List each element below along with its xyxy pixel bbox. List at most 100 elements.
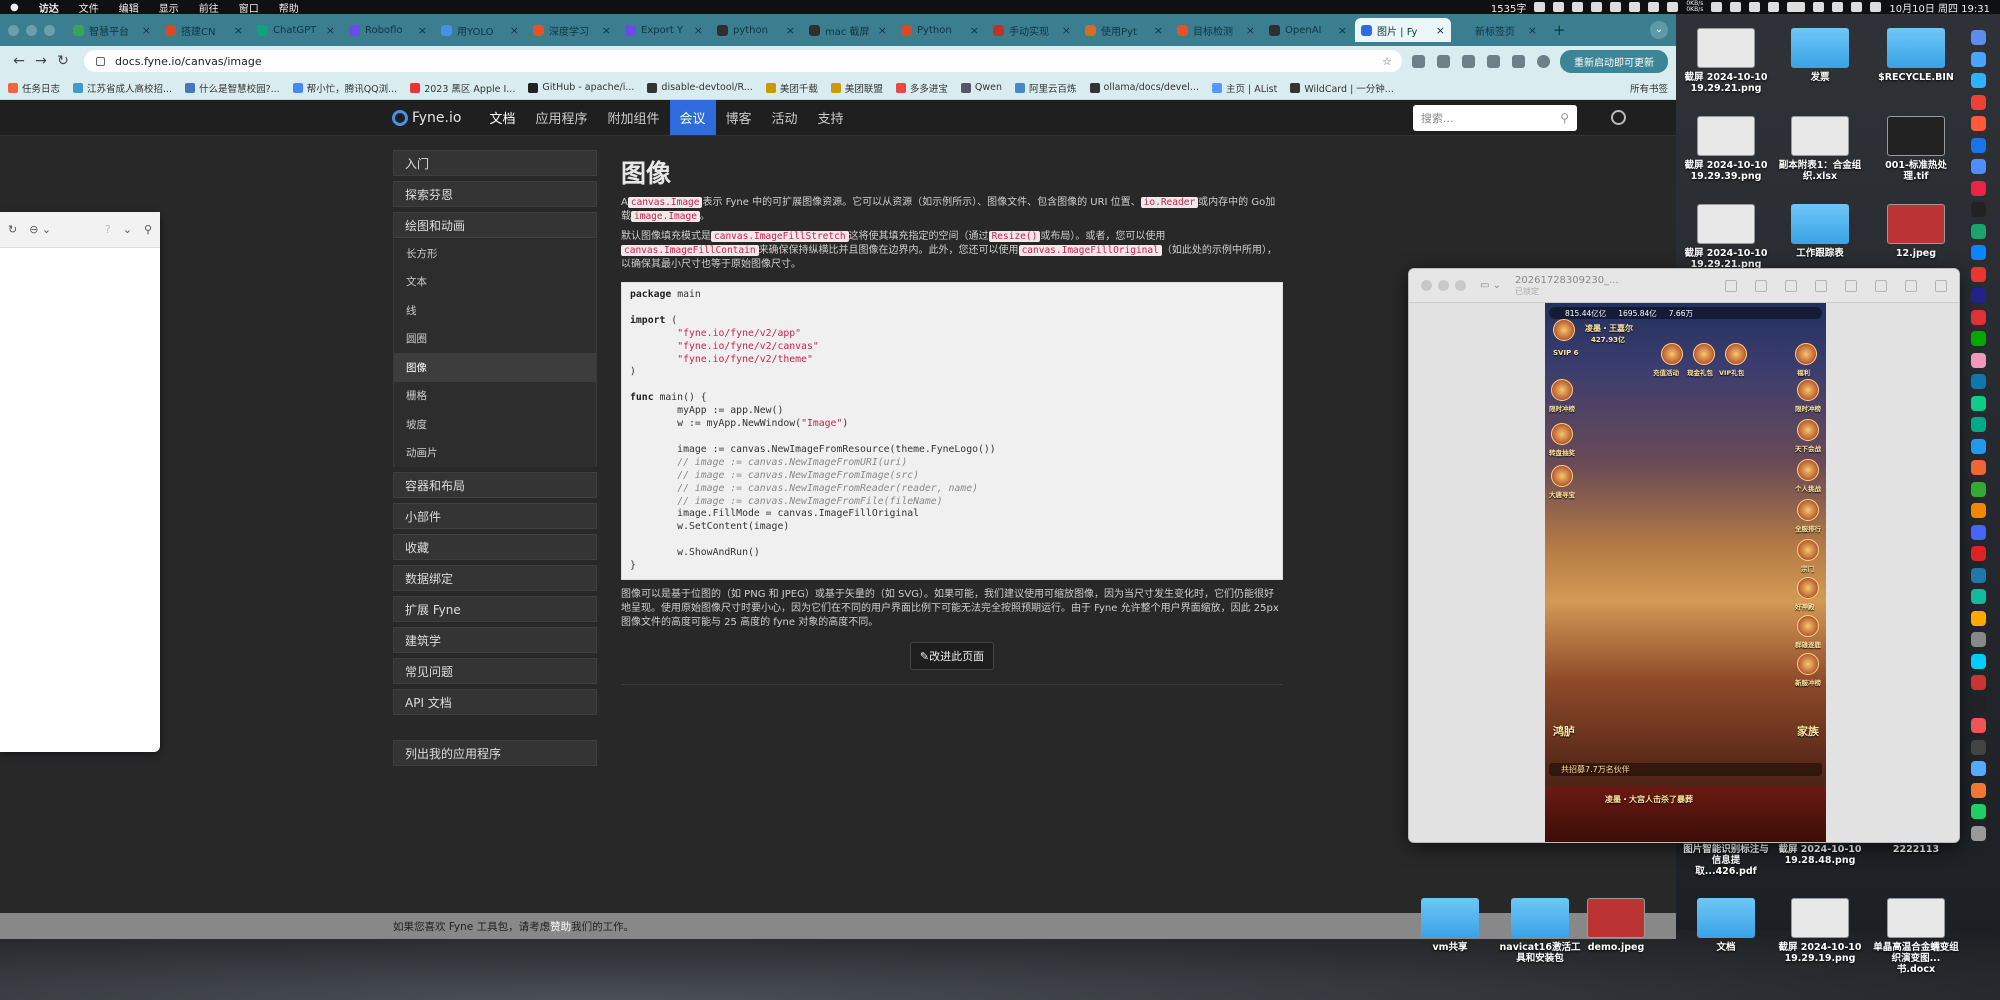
control-center-icon[interactable] [1851, 2, 1863, 12]
dock-app-icon[interactable] [1970, 610, 1986, 626]
close-window-icon[interactable] [8, 24, 19, 36]
desktop-file-icon[interactable]: 截屏 2024-10-10 19.29.39.png [1683, 116, 1769, 182]
dock-app-icon[interactable] [1970, 546, 1986, 561]
search-icon[interactable] [1935, 279, 1947, 292]
dock-app-icon[interactable] [1970, 696, 1986, 712]
tab[interactable]: python × [711, 18, 801, 42]
search-icon[interactable]: ⚲ [1560, 111, 1569, 125]
tab[interactable]: OpenAI × [1263, 18, 1353, 42]
sidebar-icon[interactable] [1512, 54, 1525, 68]
extension-icon[interactable] [1437, 54, 1450, 68]
dock-app-icon[interactable] [1970, 438, 1986, 454]
menu-window[interactable]: 窗口 [239, 0, 259, 15]
bookmark-star-icon[interactable]: ☆ [1382, 55, 1392, 68]
tab[interactable]: ChatGPT × [251, 18, 341, 42]
wifi-icon[interactable] [1813, 2, 1825, 12]
sidebar-section[interactable]: 常见问题 [393, 658, 597, 684]
battery-icon[interactable] [1787, 2, 1806, 12]
sidebar-section[interactable]: 绘图和动画 [393, 212, 597, 238]
desktop-file-icon[interactable]: 截屏 2024-10-10 19.29.19.png [1777, 898, 1863, 964]
desktop-file-icon[interactable]: 12.jpeg [1873, 204, 1959, 259]
dock-app-icon[interactable] [1970, 653, 1986, 669]
sidebar-section[interactable]: 小部件 [393, 503, 597, 529]
bookmark-item[interactable]: 任务日志 [8, 81, 60, 95]
zoom-in-icon[interactable] [1785, 279, 1797, 292]
tray-icon[interactable] [1534, 2, 1546, 12]
sidebar-item[interactable]: 文本 [393, 267, 597, 296]
sidebar-item[interactable]: 图像 [393, 353, 597, 382]
close-tab-icon[interactable]: × [142, 24, 151, 37]
dock-app-icon[interactable] [1970, 782, 1986, 798]
sponsor-link[interactable]: 赞助 [550, 919, 571, 934]
close-tab-icon[interactable]: × [234, 24, 243, 37]
close-tab-icon[interactable]: × [970, 24, 979, 37]
apple-icon[interactable]: ● [10, 2, 19, 13]
dock-app-icon[interactable] [1970, 73, 1986, 88]
bookmark-item[interactable]: WildCard | 一分钟... [1290, 81, 1394, 95]
sidebar-item[interactable]: 栅格 [393, 381, 597, 410]
improve-page-button[interactable]: ✎改进此页面 [909, 641, 995, 670]
bookmark-item[interactable]: disable-devtool/R... [647, 81, 753, 95]
sidebar-toggle-icon[interactable]: ▭ ⌄ [1480, 280, 1501, 291]
dock-app-icon[interactable] [1970, 180, 1986, 196]
sidebar-section[interactable]: 数据绑定 [393, 565, 597, 591]
sidebar-section[interactable]: 探索芬恩 [393, 181, 597, 207]
reload-button[interactable]: ↻ [52, 53, 74, 69]
tray-icon[interactable] [1667, 2, 1679, 12]
desktop-file-icon[interactable]: 工作跟踪表 [1777, 204, 1863, 259]
close-window-icon[interactable] [1421, 280, 1432, 291]
close-tab-icon[interactable]: × [878, 24, 887, 37]
dock-app-icon[interactable] [1970, 417, 1986, 432]
dock-app-icon[interactable] [1970, 524, 1986, 540]
bookmark-item[interactable]: Qwen [960, 81, 1002, 95]
tray-icon[interactable] [1553, 2, 1565, 12]
dock-app-icon[interactable] [1970, 245, 1986, 260]
bookmark-item[interactable]: 多多进宝 [895, 81, 948, 95]
bookmark-item[interactable]: ollama/docs/devel... [1089, 81, 1199, 95]
menu-go[interactable]: 前往 [199, 0, 219, 15]
close-tab-icon[interactable]: × [694, 24, 703, 37]
bookmark-item[interactable]: 江苏省成人高校招... [73, 81, 172, 95]
search-input[interactable]: 搜索... ⚲ [1413, 104, 1577, 131]
tab-search-icon[interactable]: ⌄ [1650, 21, 1668, 39]
desktop-file-icon[interactable]: 单晶高温合金蠕变组织演变图...书.docx [1873, 898, 1959, 975]
translate-icon[interactable] [1412, 54, 1425, 68]
refresh-icon[interactable]: ↻ [8, 223, 17, 236]
menu-view[interactable]: 显示 [159, 0, 179, 15]
tab[interactable]: 手动实现 × [987, 18, 1077, 42]
minimize-window-icon[interactable] [1438, 280, 1449, 291]
desktop-file-icon[interactable]: vm共享 [1407, 898, 1493, 953]
dock-app-icon[interactable] [1970, 352, 1986, 368]
dock-app-icon[interactable] [1970, 460, 1986, 475]
bookmark-item[interactable]: 美团千载 [765, 81, 818, 95]
bookmark-item[interactable]: 什么是智慧校园?... [185, 81, 280, 95]
update-button[interactable]: 重新启动即可更新 [1560, 49, 1668, 73]
dock-app-icon[interactable] [1970, 159, 1986, 174]
maximize-window-icon[interactable] [44, 24, 55, 36]
dock-app-icon[interactable] [1970, 739, 1986, 755]
all-bookmarks-button[interactable]: 所有书签 [1620, 81, 1668, 95]
sidebar-section[interactable]: 收藏 [393, 534, 597, 560]
tray-icon[interactable] [1730, 2, 1742, 12]
tab[interactable]: 目标检测 × [1171, 18, 1261, 42]
word-count-status[interactable]: 1535字 [1491, 0, 1526, 15]
dock-app-icon[interactable] [1970, 395, 1986, 411]
desktop-file-icon[interactable]: 文档 [1683, 898, 1769, 953]
dock-app-icon[interactable] [1970, 51, 1986, 67]
sidebar-item[interactable]: 长方形 [393, 239, 597, 268]
sidebar-item[interactable]: 坡度 [393, 410, 597, 439]
sidebar-section[interactable]: 入门 [393, 150, 597, 176]
zoom-out-icon[interactable] [1755, 279, 1767, 292]
menubar-app-name[interactable]: 访达 [39, 0, 59, 15]
dock-app-icon[interactable] [1970, 223, 1986, 239]
tab[interactable]: 新标签页 × [1453, 18, 1543, 42]
back-button[interactable]: ← [8, 53, 30, 69]
bookmark-item[interactable]: 主页 | AList [1211, 81, 1277, 95]
minimize-window-icon[interactable] [26, 24, 37, 36]
dock-app-icon[interactable] [1970, 804, 1986, 819]
sidebar-section[interactable]: 容器和布局 [393, 472, 597, 498]
tab[interactable]: 使用Pyt × [1079, 18, 1169, 42]
sidebar-item[interactable]: 圆圈 [393, 324, 597, 353]
bookmark-item[interactable]: 美团联盟 [830, 81, 883, 95]
dock-app-icon[interactable] [1970, 761, 1986, 776]
